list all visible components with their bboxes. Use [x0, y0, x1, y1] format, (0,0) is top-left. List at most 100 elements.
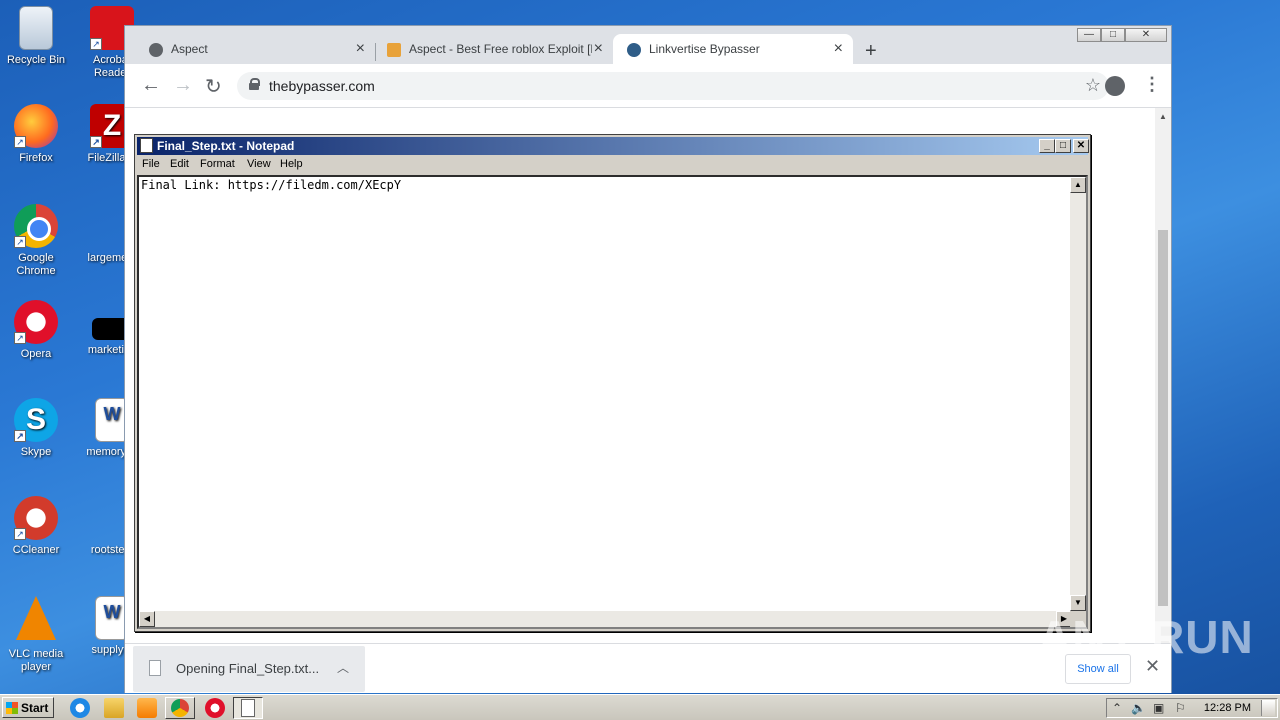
windows-logo-icon	[6, 702, 18, 714]
internet-explorer-icon[interactable]	[70, 698, 90, 718]
desktop-icon-firefox[interactable]: ↗ Firefox	[0, 104, 72, 165]
close-button[interactable]: ✕	[1073, 139, 1089, 153]
notepad-text-area[interactable]: Final Link: https://filedm.com/XEcpY ▲ ▼…	[137, 175, 1088, 629]
shortcut-arrow-icon: ↗	[90, 136, 102, 148]
desktop-icon-chrome[interactable]: ↗ Google Chrome	[0, 204, 72, 278]
window-minimize-button[interactable]: —	[1077, 28, 1101, 42]
lock-icon	[249, 78, 260, 90]
show-desktop-button[interactable]	[1261, 700, 1275, 716]
ccleaner-icon: ↗	[14, 496, 58, 540]
shortcut-arrow-icon: ↗	[14, 528, 26, 540]
scrollbar-thumb[interactable]	[1158, 230, 1168, 606]
browser-toolbar: ← → ↻ thebypasser.com ☆ ⋮	[125, 64, 1171, 108]
desktop-icon-ccleaner[interactable]: ↗ CCleaner	[0, 496, 72, 557]
notepad-title-bar[interactable]: Final_Step.txt - Notepad _ □ ✕	[137, 137, 1089, 155]
opera-icon[interactable]	[205, 698, 225, 718]
menu-file[interactable]: File	[142, 158, 160, 170]
chrome-icon	[171, 699, 189, 717]
chevron-up-icon[interactable]: ︿	[337, 659, 349, 676]
system-tray: ⌃ 🔈 ▣ ⚐ 12:28 PM	[1106, 698, 1278, 718]
close-tab-icon[interactable]: ×	[591, 40, 603, 58]
globe-icon	[149, 43, 163, 57]
taskbar-chrome-button[interactable]	[165, 697, 195, 719]
aspect-logo-icon	[387, 43, 401, 57]
tab-title: Linkvertise Bypasser	[649, 42, 760, 56]
tab-aspect[interactable]: Aspect ×	[125, 34, 375, 64]
forward-arrow-icon[interactable]: →	[173, 74, 193, 97]
notepad-icon	[241, 699, 255, 717]
file-icon	[149, 660, 161, 676]
scroll-left-icon[interactable]: ◀	[139, 611, 155, 627]
scroll-down-icon[interactable]: ▼	[1070, 595, 1086, 611]
tab-linkvertise-bypasser[interactable]: Linkvertise Bypasser ×	[613, 34, 853, 64]
tab-title: Aspect	[171, 42, 208, 56]
vlc-icon	[16, 596, 56, 640]
menu-view[interactable]: View	[247, 158, 271, 170]
shortcut-arrow-icon: ↗	[14, 136, 26, 148]
minimize-button[interactable]: _	[1039, 139, 1055, 153]
linkvertise-icon	[627, 43, 641, 57]
taskbar: Start ⌃ 🔈 ▣ ⚐ 12:28 PM	[0, 694, 1280, 720]
profile-avatar-icon[interactable]	[1105, 76, 1125, 96]
chrome-icon: ↗	[14, 204, 58, 248]
taskbar-notepad-button[interactable]	[233, 697, 263, 719]
menu-help[interactable]: Help	[280, 158, 303, 170]
desktop-icon-label: Google Chrome	[16, 252, 56, 277]
document-text[interactable]: Final Link: https://filedm.com/XEcpY	[141, 178, 401, 192]
clock[interactable]: 12:28 PM	[1204, 702, 1251, 714]
desktop-icon-label: CCleaner	[12, 544, 60, 556]
shortcut-arrow-icon: ↗	[14, 332, 26, 344]
menu-format[interactable]: Format	[200, 158, 235, 170]
recycle-bin-icon	[19, 6, 53, 50]
desktop-icon-label: VLC media player	[8, 648, 64, 673]
desktop-icon-label: Opera	[20, 348, 52, 360]
desktop-icon-label: Skype	[20, 446, 52, 458]
watermark-logo: ANY RUN	[1038, 611, 1254, 663]
desktop-icon-skype[interactable]: S ↗ Skype	[0, 398, 72, 459]
shortcut-arrow-icon: ↗	[90, 38, 102, 50]
scroll-up-icon[interactable]: ▲	[1159, 112, 1167, 121]
opera-icon: ↗	[14, 300, 58, 344]
tab-aspect-exploit[interactable]: Aspect - Best Free roblox Exploit [N ×	[363, 34, 613, 64]
window-maximize-button[interactable]: □	[1101, 28, 1125, 42]
notepad-menu-bar: File Edit Format View Help	[137, 156, 1088, 174]
url-text: thebypasser.com	[269, 78, 375, 94]
back-arrow-icon[interactable]: ←	[141, 74, 161, 97]
scroll-up-icon[interactable]: ▲	[1070, 177, 1086, 193]
new-tab-button[interactable]: +	[865, 40, 877, 63]
folder-icon[interactable]	[104, 698, 124, 718]
show-hidden-icons-icon[interactable]: ⌃	[1112, 701, 1122, 715]
notepad-icon	[140, 138, 153, 153]
menu-edit[interactable]: Edit	[170, 158, 189, 170]
notepad-window: Final_Step.txt - Notepad _ □ ✕ File Edit…	[134, 134, 1091, 632]
action-center-flag-icon[interactable]: ⚐	[1175, 701, 1186, 715]
window-title: Final_Step.txt - Notepad	[157, 139, 295, 153]
download-status-text: Opening Final_Step.txt...	[176, 661, 320, 676]
vertical-scrollbar[interactable]: ▲ ▼	[1070, 177, 1086, 611]
window-close-button[interactable]: ✕	[1125, 28, 1167, 42]
start-button[interactable]: Start	[2, 697, 54, 718]
desktop-icon-recycle-bin[interactable]: Recycle Bin	[0, 6, 72, 67]
close-tab-icon[interactable]: ×	[834, 40, 843, 58]
maximize-button[interactable]: □	[1055, 139, 1071, 153]
media-player-icon[interactable]	[137, 698, 157, 718]
network-icon[interactable]: ▣	[1153, 701, 1164, 715]
shortcut-arrow-icon: ↗	[14, 430, 26, 442]
shortcut-arrow-icon: ↗	[14, 236, 26, 248]
download-bar: Opening Final_Step.txt... ︿ Show all ✕	[125, 643, 1171, 693]
tab-title: Aspect - Best Free roblox Exploit [N	[409, 42, 600, 56]
page-scrollbar[interactable]: ▲	[1155, 108, 1171, 643]
kebab-menu-icon[interactable]: ⋮	[1143, 74, 1161, 95]
desktop-icon-vlc[interactable]: VLC media player	[0, 596, 72, 674]
start-label: Start	[21, 701, 49, 715]
reload-icon[interactable]: ↻	[205, 74, 222, 99]
tab-strip: Aspect × Aspect - Best Free roblox Explo…	[125, 26, 1171, 64]
bookmark-star-icon[interactable]: ☆	[1085, 75, 1101, 96]
desktop-icon-label: Firefox	[19, 152, 53, 164]
desktop-icon-label: Recycle Bin	[6, 54, 66, 66]
download-item[interactable]: Opening Final_Step.txt... ︿	[133, 646, 365, 692]
desktop-icon-opera[interactable]: ↗ Opera	[0, 300, 72, 361]
horizontal-scrollbar[interactable]: ◀ ▶	[139, 611, 1072, 627]
address-bar[interactable]: thebypasser.com ☆	[237, 72, 1109, 100]
volume-icon[interactable]: 🔈	[1131, 701, 1146, 715]
